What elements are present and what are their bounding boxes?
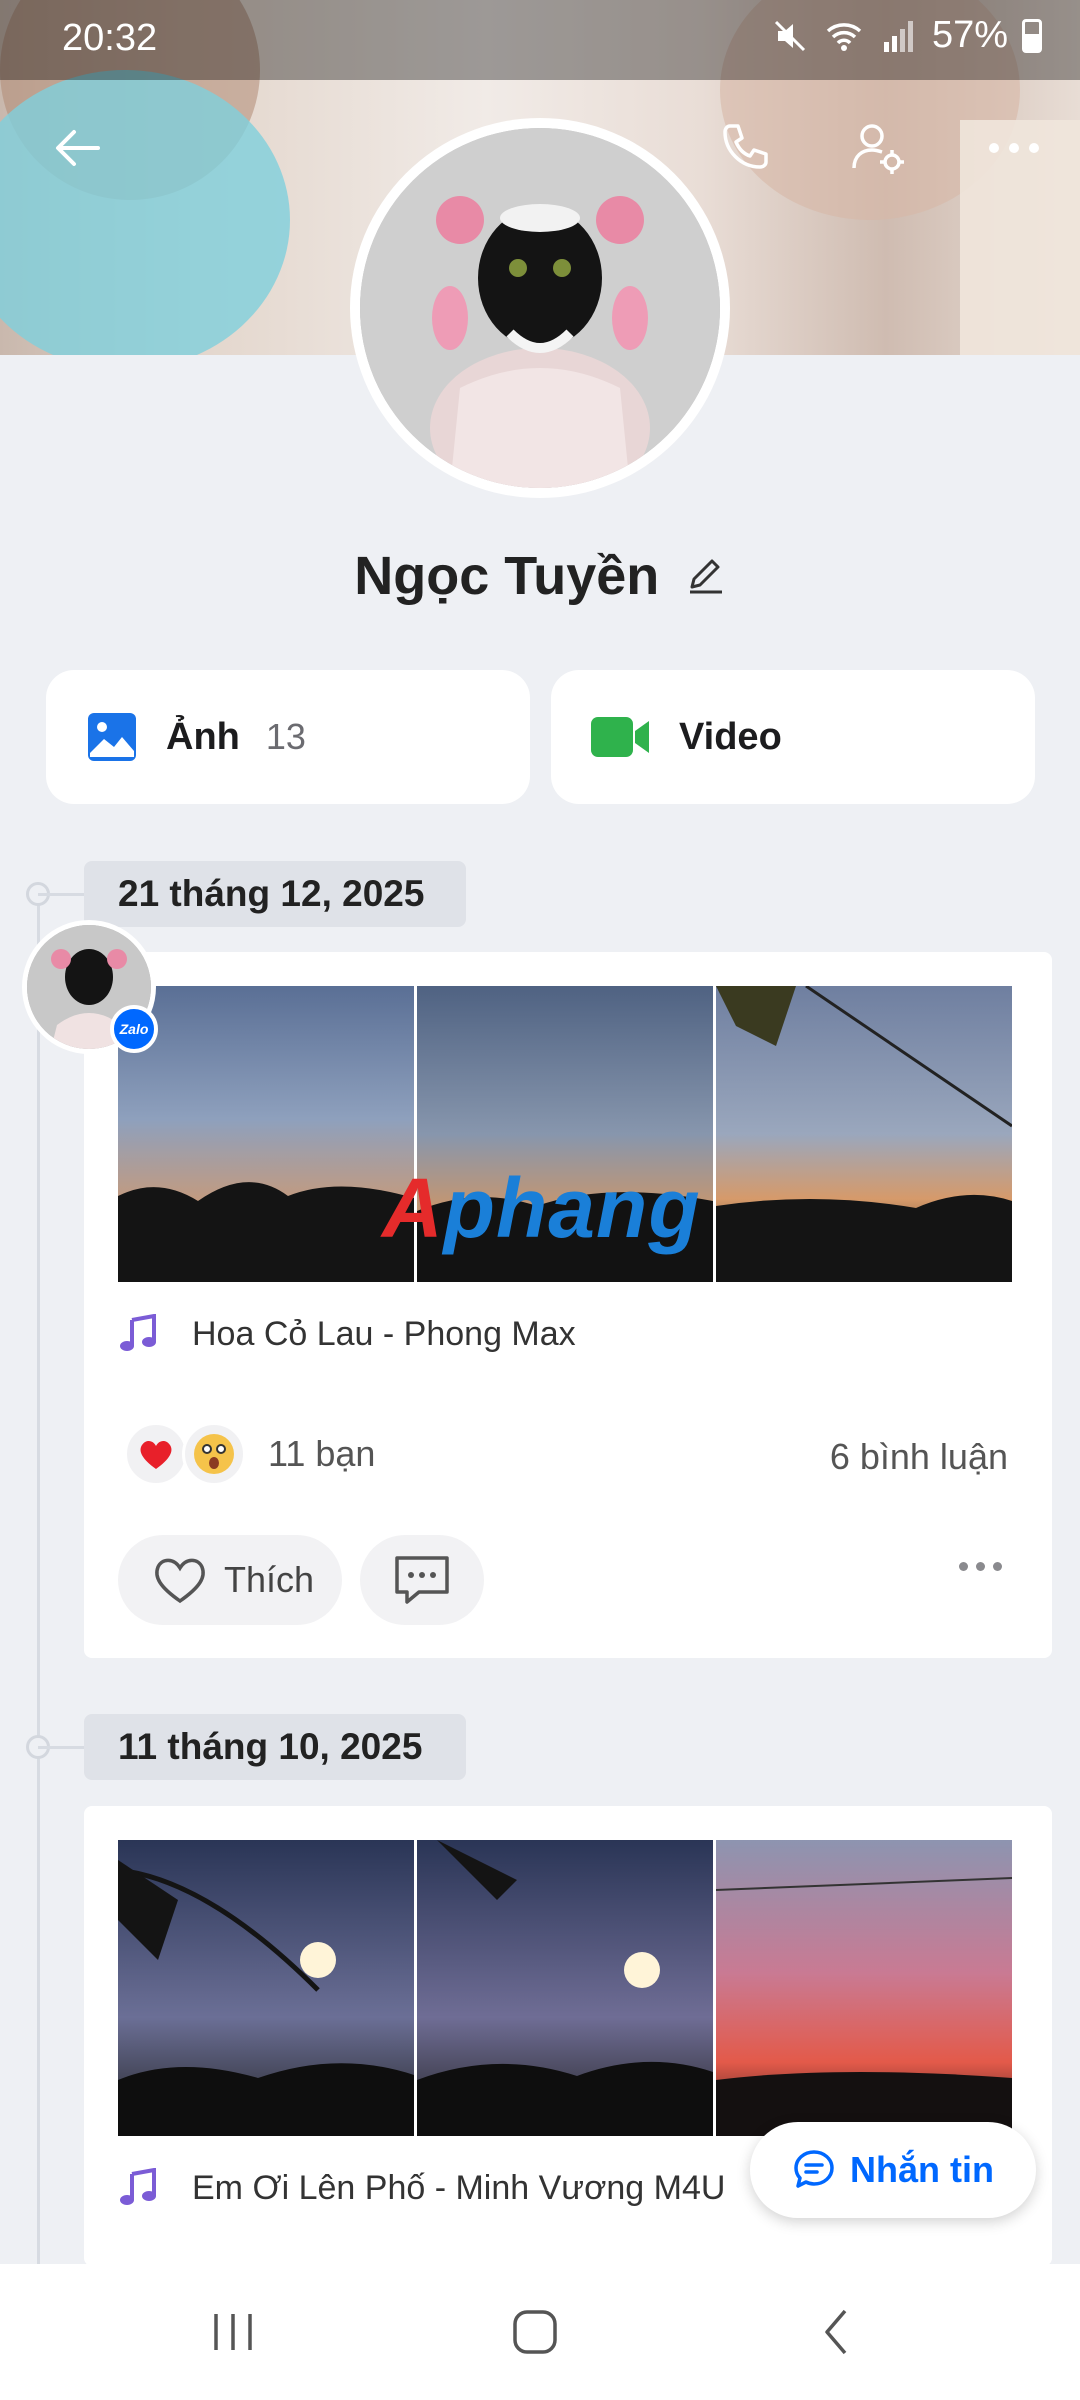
- mute-icon: [774, 20, 805, 51]
- post-date: 11 tháng 10, 2025: [84, 1714, 466, 1780]
- profile-settings-button[interactable]: [838, 108, 918, 188]
- home-icon: [513, 2310, 557, 2354]
- reaction-friends-count: 11 bạn: [268, 1433, 376, 1474]
- system-navigation-bar: [0, 2264, 1080, 2400]
- music-note-icon: [120, 2168, 156, 2205]
- status-bar: 20:32 57%: [0, 0, 1080, 78]
- image-icon: [88, 713, 136, 761]
- wifi-icon: [826, 22, 862, 51]
- comment-bubble-icon: [395, 1556, 449, 1604]
- post-song: Em Ơi Lên Phố - Minh Vương M4U: [192, 2168, 726, 2207]
- battery-icon: [1022, 18, 1042, 53]
- comments-count[interactable]: 6 bình luận: [830, 1436, 1008, 1478]
- status-time: 20:32: [62, 17, 158, 59]
- post-photo[interactable]: [716, 1840, 1012, 2136]
- more-options-button[interactable]: [974, 108, 1054, 188]
- timeline-connector: [38, 893, 86, 896]
- recent-apps-button[interactable]: [188, 2294, 278, 2370]
- like-label: Thích: [224, 1559, 315, 1600]
- post-photo[interactable]: [716, 986, 1012, 1282]
- signal-icon: [883, 20, 913, 52]
- post-photo[interactable]: [118, 986, 414, 1282]
- user-gear-icon: [852, 124, 904, 174]
- heart-outline-icon: [155, 1558, 205, 1604]
- post-song-row[interactable]: Em Ơi Lên Phố - Minh Vương M4U: [118, 2168, 725, 2208]
- video-camera-icon: [591, 717, 649, 757]
- music-note-icon: [120, 1314, 156, 1351]
- edit-name-button[interactable]: [684, 553, 726, 600]
- timeline-connector: [38, 1746, 86, 1749]
- home-button[interactable]: [490, 2294, 580, 2370]
- chevron-left-icon: [825, 2309, 847, 2355]
- battery-percent: 57%: [931, 14, 1008, 56]
- watermark-rest: phang: [443, 1161, 701, 1255]
- more-horizontal-icon: [989, 143, 1039, 153]
- send-message-label: Nhắn tin: [850, 2149, 994, 2190]
- comment-button[interactable]: [360, 1535, 484, 1625]
- post-song: Hoa Cỏ Lau - Phong Max: [192, 1314, 576, 1353]
- post-date: 21 tháng 12, 2025: [84, 861, 466, 927]
- watermark-first: A: [382, 1161, 444, 1255]
- post-photo[interactable]: [118, 1840, 414, 2136]
- back-button[interactable]: [38, 108, 118, 188]
- phone-icon: [723, 124, 768, 169]
- profile-avatar[interactable]: [350, 118, 730, 498]
- chat-icon: [794, 2150, 834, 2188]
- timeline-line: [37, 890, 40, 2270]
- recent-apps-icon: [214, 2314, 252, 2350]
- pencil-icon: [689, 559, 722, 593]
- photos-button[interactable]: Ảnh 13: [46, 670, 530, 804]
- arrow-left-icon: [56, 130, 100, 166]
- post-song-row[interactable]: Hoa Cỏ Lau - Phong Max: [118, 1314, 576, 1354]
- video-button[interactable]: Video: [551, 670, 1035, 804]
- post-more-button[interactable]: [959, 1562, 1002, 1571]
- system-back-button[interactable]: [792, 2294, 882, 2370]
- post-card[interactable]: Hoa Cỏ Lau - Phong Max 11 bạn 6 bình luậ…: [84, 952, 1052, 1658]
- surprised-reaction-icon: [182, 1422, 246, 1486]
- profile-name: Ngọc Tuyền: [354, 546, 660, 606]
- profile-name-row: Ngọc Tuyền: [0, 545, 1080, 607]
- watermark-logo: Aphang: [382, 1160, 701, 1257]
- heart-reaction-icon: [124, 1422, 188, 1486]
- send-message-button[interactable]: Nhắn tin: [750, 2122, 1036, 2218]
- post-photo[interactable]: [417, 1840, 713, 2136]
- photos-count: 13: [265, 716, 306, 757]
- cat-avatar-illustration: [360, 128, 720, 488]
- call-button[interactable]: [704, 108, 784, 188]
- avatar-image: [360, 128, 720, 488]
- post-photos[interactable]: [118, 1840, 1012, 2136]
- reactions-summary[interactable]: 11 bạn: [124, 1422, 375, 1486]
- video-label: Video: [679, 715, 782, 758]
- photos-label: Ảnh: [166, 715, 240, 758]
- like-button[interactable]: Thích: [118, 1535, 342, 1625]
- zalo-badge-icon: Zalo: [110, 1005, 158, 1053]
